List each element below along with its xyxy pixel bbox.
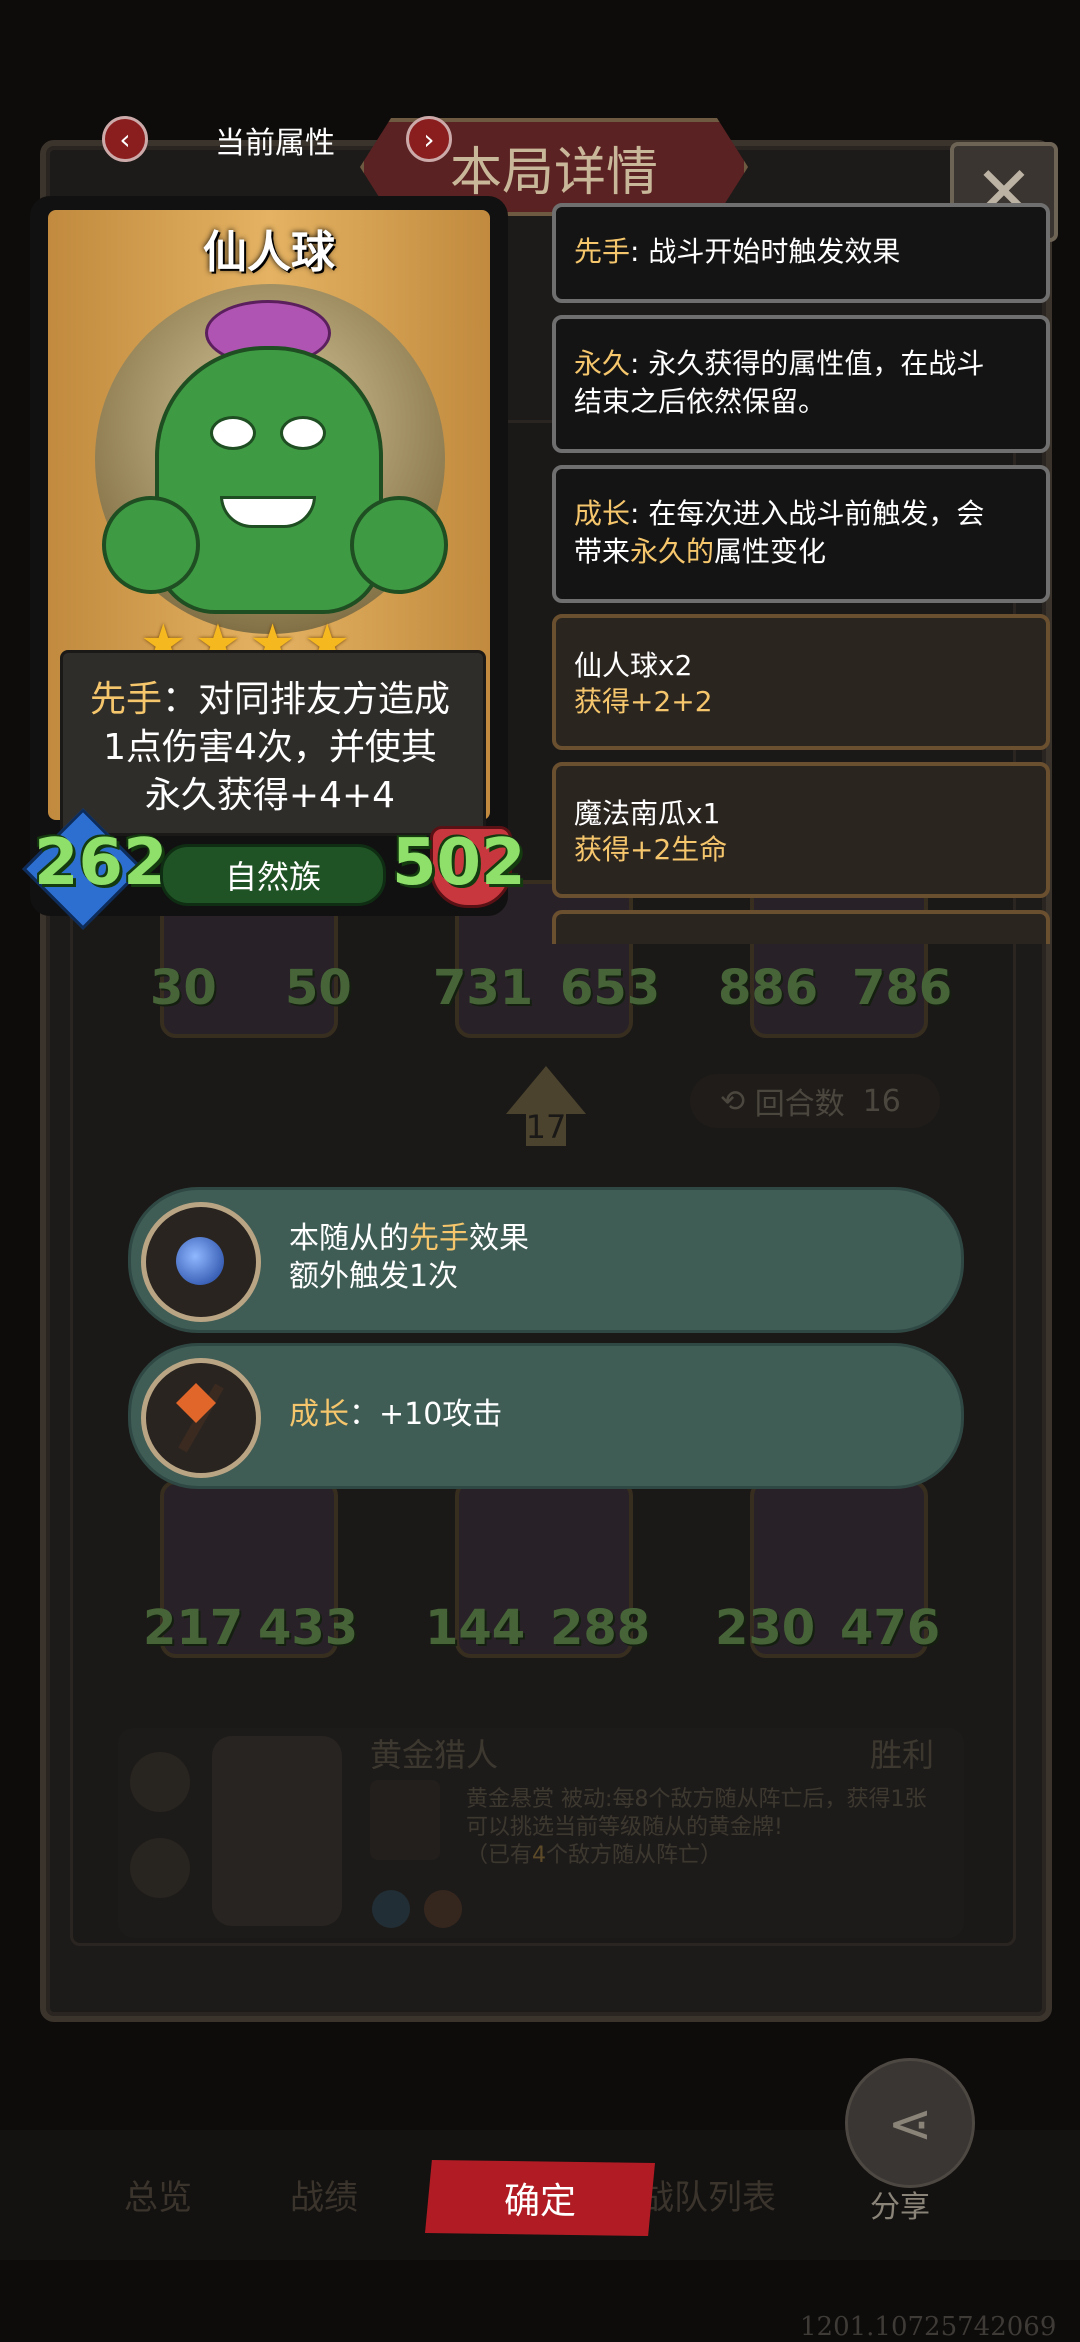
bonus-entry: 仙人球x2 获得+2+2 <box>552 614 1050 750</box>
bonus-entry-partial <box>552 910 1050 944</box>
panel-title: 本局详情 <box>449 142 658 203</box>
minion-attack: 217 <box>143 1600 244 1656</box>
minion-health: 288 <box>550 1600 651 1656</box>
blue-orb-icon <box>176 1237 224 1285</box>
minion-attack: 731 <box>433 960 534 1016</box>
effect-popup-text: 本随从的先手效果 额外触发1次 <box>289 1221 529 1294</box>
tab-team-list[interactable]: 战队列表 <box>640 2170 776 2219</box>
hero-skill-desc: 黄金悬赏 被动:每8个敌方随从阵亡后，获得1张可以挑选当前等级随从的黄金牌! （… <box>466 1787 927 1868</box>
share-button[interactable]: ⋖ <box>845 2058 975 2188</box>
bonus-entry: 魔法南瓜x1 获得+2生命 <box>552 762 1050 898</box>
minion-attack: 144 <box>425 1600 526 1656</box>
turn-number: 17 <box>525 1108 567 1146</box>
cactus-arm <box>350 496 448 594</box>
effect-popup-text: 成长：+10攻击 <box>289 1397 503 1432</box>
buff-icon <box>372 1890 410 1928</box>
minion-attack: 30 <box>150 960 217 1016</box>
eye <box>210 416 256 450</box>
card-name: 仙人球 <box>203 227 335 278</box>
footer-id: 1201.10725742069 <box>800 2312 1057 2342</box>
eye <box>280 416 326 450</box>
effect-popup: 本随从的先手效果 额外触发1次 <box>128 1187 964 1333</box>
keyword-info-permanent: 先手 永久: 永久获得的属性值，在战斗 结束之后依然保留。 <box>552 315 1050 453</box>
refresh-icon: ⟲ <box>720 1083 755 1119</box>
chevron-right-icon: › <box>423 122 435 156</box>
tab-record[interactable]: 战绩 <box>290 2170 358 2219</box>
minion-attack: 886 <box>718 960 819 1016</box>
prev-button[interactable]: ‹ <box>102 116 148 162</box>
share-label[interactable]: 分享 <box>870 2182 930 2226</box>
round-counter: ⟲ 回合数 16 <box>690 1074 940 1128</box>
hero-portrait <box>212 1736 342 1926</box>
tab-overview[interactable]: 总览 <box>124 2170 192 2219</box>
hero-power-icon <box>370 1780 440 1860</box>
hero-item-icon[interactable] <box>130 1838 190 1898</box>
cactus-arm <box>102 496 200 594</box>
battle-result: 胜利 <box>870 1736 935 1774</box>
round-value: 16 <box>862 1083 901 1119</box>
minion-health: 653 <box>560 960 661 1016</box>
chevron-left-icon: ‹ <box>119 122 131 156</box>
hero-name: 黄金猎人 <box>370 1736 499 1774</box>
minion-health: 50 <box>285 960 352 1016</box>
tribe-badge: 自然族 <box>160 844 386 906</box>
axe-icon <box>141 1358 261 1478</box>
keyword-info-growth: 成长: 在每次进入战斗前触发，会 带来永久的属性变化 <box>552 465 1050 603</box>
share-icon: ⋖ <box>887 2091 933 2155</box>
minion-health: 476 <box>840 1600 941 1656</box>
keyword-info-first-strike: 先手: 战斗开始时触发效果 <box>552 203 1050 303</box>
double-trigger-icon <box>141 1202 261 1322</box>
confirm-button[interactable]: 确定 <box>425 2160 655 2236</box>
card-health: 502 <box>392 826 526 900</box>
card-desc-line: 先手：对同排友方造成 <box>89 679 451 720</box>
card-desc-line: 1点伤害4次，并使其 <box>103 727 437 768</box>
buff-icon <box>424 1890 462 1928</box>
hero-skill-icon[interactable] <box>130 1752 190 1812</box>
minion-health: 786 <box>852 960 953 1016</box>
minion-health: 433 <box>258 1600 359 1656</box>
card-attack: 262 <box>34 826 168 900</box>
axe-head <box>176 1383 216 1423</box>
minion-attack: 230 <box>715 1600 816 1656</box>
round-label: 回合数 <box>754 1087 845 1122</box>
effect-popup: 成长：+10攻击 <box>128 1343 964 1489</box>
minion-card: 仙人球 ★★★★ 先手：对同排友方造成 1点伤害4次，并使其 永久获得+4+4 … <box>22 196 526 930</box>
next-button[interactable]: › <box>406 116 452 162</box>
current-attr-label: 当前属性 <box>215 126 335 161</box>
card-desc-line: 永久获得+4+4 <box>144 775 396 816</box>
